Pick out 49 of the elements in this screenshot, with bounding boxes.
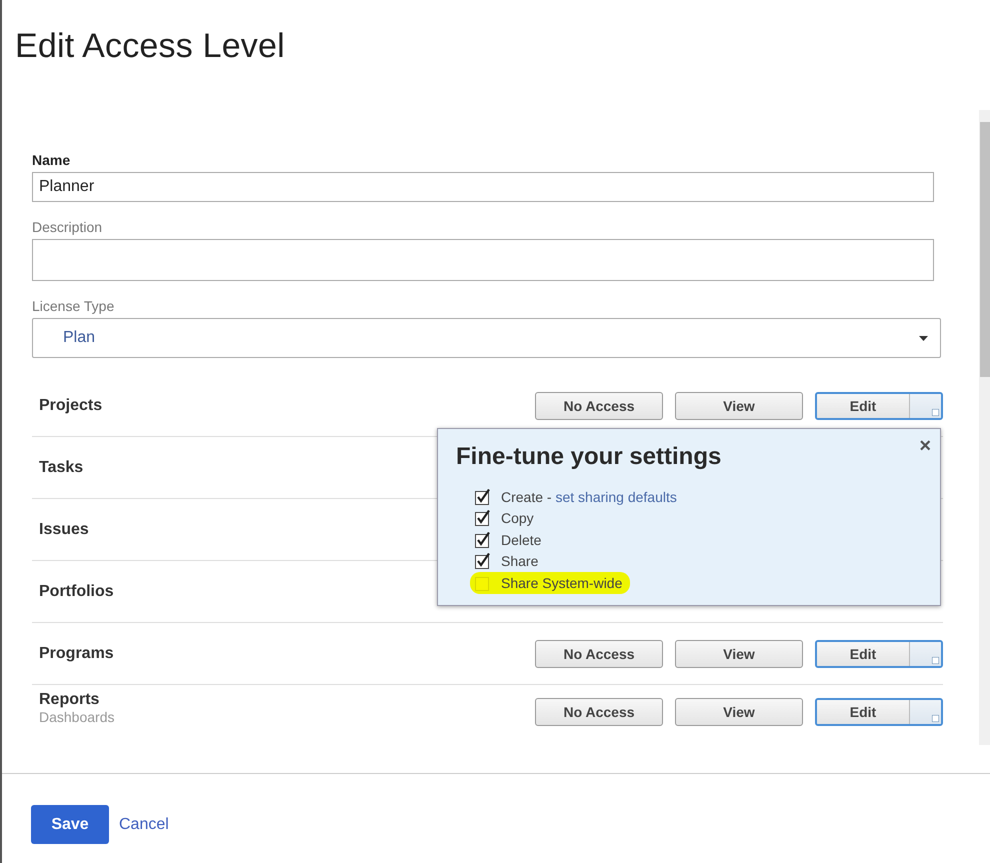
checkbox[interactable] xyxy=(475,553,491,570)
access-button[interactable]: Edit xyxy=(817,700,909,724)
close-button[interactable]: × xyxy=(919,435,931,458)
section-label: Projects xyxy=(39,396,102,414)
option-label: Share xyxy=(501,553,538,570)
corner-icon xyxy=(932,715,939,722)
access-button[interactable]: Edit xyxy=(817,642,909,666)
field-label: Name xyxy=(32,152,72,168)
checkbox[interactable] xyxy=(475,488,491,505)
checkbox[interactable] xyxy=(475,532,491,548)
access-button[interactable]: No Access xyxy=(535,392,663,420)
section-label: Tasks xyxy=(39,458,84,476)
field-label: License Type xyxy=(32,298,116,314)
corner-icon xyxy=(932,408,939,416)
section-label: Portfolios xyxy=(39,582,114,600)
option-label: Copy xyxy=(501,510,534,526)
checkbox[interactable] xyxy=(475,510,491,526)
edit-split-button[interactable]: Edit xyxy=(815,392,943,420)
access-button[interactable]: Edit xyxy=(817,394,909,418)
caret-icon xyxy=(919,336,928,340)
page-title: Edit Access Level xyxy=(14,26,286,67)
access-button[interactable]: No Access xyxy=(535,698,663,726)
access-button[interactable]: View xyxy=(675,392,803,420)
name-input[interactable]: Planner xyxy=(32,172,934,202)
scrollbar[interactable] xyxy=(979,110,990,745)
section-label: Programs xyxy=(39,644,114,662)
settings-dropdown[interactable] xyxy=(909,700,941,724)
settings-dropdown[interactable] xyxy=(909,394,941,418)
access-button[interactable]: View xyxy=(675,698,803,726)
popover-title: Fine-tune your settings xyxy=(456,443,722,471)
option-label: Create - set sharing defaults xyxy=(501,488,677,505)
access-button[interactable]: No Access xyxy=(535,640,663,668)
cancel-link[interactable]: Cancel xyxy=(119,816,169,834)
option-label: Share System-wide xyxy=(501,574,622,591)
section-label: Issues xyxy=(39,520,89,538)
save-button[interactable]: Save xyxy=(31,805,109,844)
option-label: Delete xyxy=(501,532,542,548)
edit-split-button[interactable]: Edit xyxy=(815,698,943,726)
checkbox[interactable] xyxy=(475,574,491,591)
field-label: Description xyxy=(32,219,104,235)
description-field[interactable] xyxy=(32,239,934,281)
sharing-defaults-link[interactable]: set sharing defaults xyxy=(555,488,677,505)
sub-item: Dashboards xyxy=(39,709,114,725)
edit-split-button[interactable]: Edit xyxy=(815,640,943,668)
license-select[interactable]: Plan xyxy=(32,318,941,358)
access-button[interactable]: View xyxy=(675,640,803,668)
corner-icon xyxy=(932,656,939,664)
settings-dropdown[interactable] xyxy=(909,642,941,666)
section-label: Reports xyxy=(39,691,100,709)
